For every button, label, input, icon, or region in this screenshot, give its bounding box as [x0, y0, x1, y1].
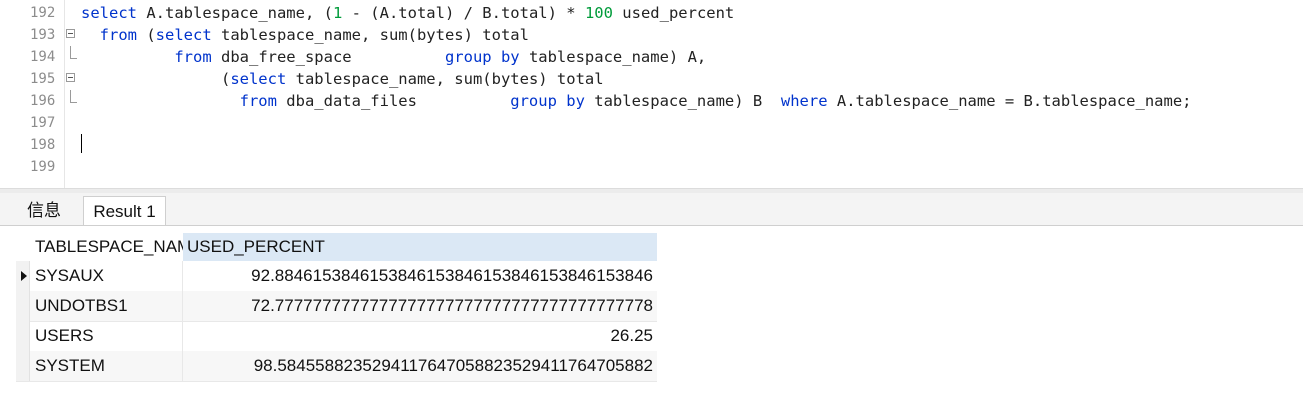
text-caret: [81, 134, 82, 153]
line-number-text: 199: [30, 159, 56, 175]
code-line[interactable]: from (select tablespace_name, sum(bytes)…: [81, 24, 529, 46]
sql-keyword: from: [239, 92, 277, 110]
line-number: 196: [0, 90, 77, 112]
line-number-text: 196: [30, 93, 56, 109]
code-text: tablespace_name) A,: [519, 48, 707, 66]
line-number: 193: [0, 24, 75, 46]
code-text: (: [81, 70, 231, 88]
row-selector-header: [16, 233, 30, 261]
sql-editor[interactable]: 192 193 194 195 196 197 198 199 select A.tables…: [0, 0, 1303, 188]
line-number-text: 198: [30, 137, 56, 153]
cell-tablespace-name[interactable]: SYSTEM: [30, 351, 183, 381]
cell-tablespace-name[interactable]: USERS: [30, 321, 183, 351]
sql-keyword: group by: [444, 48, 520, 66]
current-row-pointer-icon: [21, 271, 27, 281]
code-text: tablespace_name, sum(bytes) total: [211, 26, 529, 44]
table-row[interactable]: SYSTEM 98.584558823529411764705882352941…: [16, 351, 657, 382]
numeric-literal: 100: [584, 4, 613, 22]
code-line[interactable]: from dba_data_files group by tablespace_…: [81, 90, 1192, 112]
code-text: - (A.total) / B.total) *: [342, 4, 585, 22]
line-number: 199: [0, 156, 62, 178]
tab-result-1[interactable]: Result 1: [83, 196, 166, 225]
line-number: 195: [0, 68, 75, 90]
sql-keyword: group by: [510, 92, 585, 110]
line-number-text: 197: [30, 115, 56, 131]
tab-info[interactable]: 信息: [14, 196, 74, 225]
table-row[interactable]: UNDOTBS1 72.7777777777777777777777777777…: [16, 291, 657, 322]
code-line[interactable]: from dba_free_space group by tablespace_…: [81, 46, 706, 68]
line-number-text: 192: [30, 5, 56, 21]
code-text: tablespace_name, sum(bytes) total: [286, 70, 604, 88]
code-line[interactable]: select A.tablespace_name, (1 - (A.total)…: [81, 2, 734, 24]
code-text: (: [137, 26, 156, 44]
cell-tablespace-name[interactable]: UNDOTBS1: [30, 291, 183, 321]
fold-end-marker-icon: [70, 90, 77, 103]
line-number-text: 195: [30, 71, 56, 87]
sql-keyword: from: [99, 26, 137, 44]
result-grid: TABLESPACE_NAME USED_PERCENT SYSAUX 92.8…: [0, 226, 1303, 407]
fold-end-marker-icon: [70, 46, 77, 59]
line-number: 192: [0, 2, 62, 24]
cell-used-percent[interactable]: 72.7777777777777777777777777777777777777…: [183, 291, 657, 321]
cell-used-percent[interactable]: 26.25: [183, 321, 657, 351]
table-row[interactable]: SYSAUX 92.884615384615384615384615384615…: [16, 261, 657, 292]
fold-collapse-icon[interactable]: [66, 29, 75, 38]
code-line[interactable]: (select tablespace_name, sum(bytes) tota…: [81, 68, 604, 90]
code-text: A.tablespace_name = B.tablespace_name;: [827, 92, 1192, 110]
line-number-gutter: 192 193 194 195 196 197 198 199: [0, 0, 77, 188]
row-selector[interactable]: [16, 321, 30, 351]
code-text: dba_free_space: [211, 48, 445, 66]
table-row[interactable]: USERS 26.25: [16, 321, 657, 352]
sql-keyword: select: [230, 70, 287, 88]
column-header-used-percent[interactable]: USED_PERCENT: [183, 233, 657, 261]
line-number: 198: [0, 134, 62, 156]
row-selector[interactable]: [16, 261, 30, 291]
cell-used-percent[interactable]: 92.8846153846153846153846153846153846153…: [183, 261, 657, 291]
code-text: tablespace_name) B: [584, 92, 781, 110]
sql-keyword: from: [174, 48, 212, 66]
line-number-text: 193: [30, 27, 56, 43]
code-text: dba_data_files: [276, 92, 511, 110]
sql-keyword: select: [155, 26, 212, 44]
numeric-literal: 1: [332, 4, 343, 22]
code-text: A.tablespace_name, (: [137, 4, 333, 22]
row-selector[interactable]: [16, 291, 30, 321]
cell-tablespace-name[interactable]: SYSAUX: [30, 261, 183, 291]
code-text: used_percent: [612, 4, 735, 22]
line-number: 197: [0, 112, 62, 134]
fold-collapse-icon[interactable]: [66, 73, 75, 82]
row-selector[interactable]: [16, 351, 30, 381]
result-tab-bar: 信息 Result 1: [0, 193, 1303, 226]
sql-keyword: where: [780, 92, 828, 110]
line-number-text: 194: [30, 49, 56, 65]
line-number: 194: [0, 46, 77, 68]
column-header-tablespace-name[interactable]: TABLESPACE_NAME: [30, 233, 183, 261]
cell-used-percent[interactable]: 98.5845588235294117647058823529411764705…: [183, 351, 657, 381]
sql-keyword: select: [81, 4, 137, 22]
